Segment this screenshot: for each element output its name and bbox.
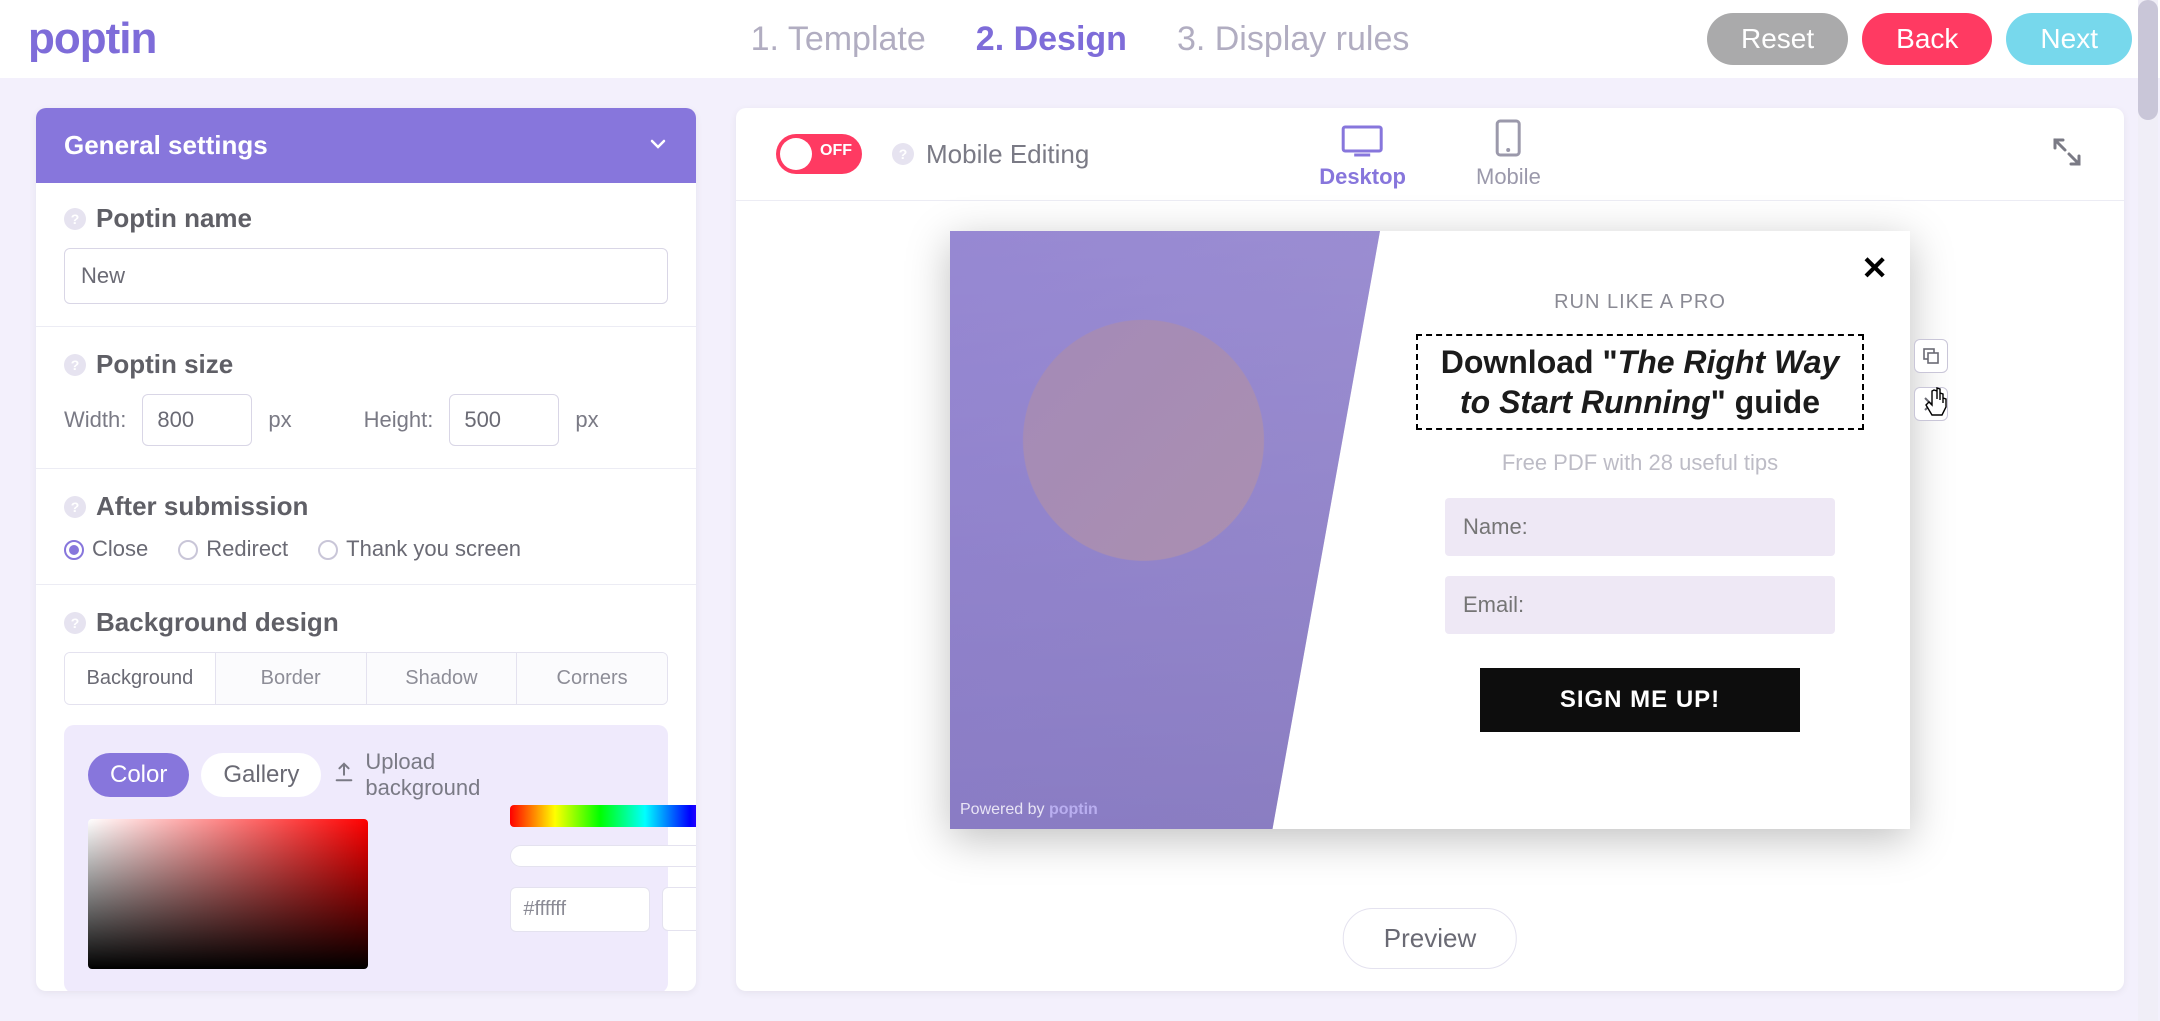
step-template[interactable]: 1. Template	[751, 20, 926, 59]
popup-headline-selected[interactable]: Download "The Right Way to Start Running…	[1416, 334, 1864, 430]
duplicate-element-button[interactable]	[1914, 339, 1948, 373]
popup-image[interactable]: Powered by poptin	[950, 231, 1380, 829]
next-button[interactable]: Next	[2006, 13, 2132, 65]
tab-background[interactable]: Background	[65, 653, 216, 704]
delete-element-button[interactable]	[1914, 387, 1948, 421]
mode-color[interactable]: Color	[88, 753, 189, 797]
preview-button[interactable]: Preview	[1343, 908, 1517, 969]
popup-subhead[interactable]: Free PDF with 28 useful tips	[1410, 450, 1870, 476]
help-icon[interactable]: ?	[64, 354, 86, 376]
tab-border[interactable]: Border	[216, 653, 367, 704]
device-desktop[interactable]: Desktop	[1319, 124, 1406, 190]
poptin-name-input[interactable]	[64, 248, 668, 304]
help-icon[interactable]: ?	[64, 208, 86, 230]
poptin-name-label: ? Poptin name	[64, 203, 668, 234]
brand-logo: poptin	[28, 14, 156, 64]
wizard-steps: 1. Template 2. Design 3. Display rules	[751, 20, 1410, 59]
popup-email-input[interactable]	[1445, 576, 1835, 634]
device-mobile[interactable]: Mobile	[1476, 118, 1541, 190]
mobile-editing-toggle[interactable]: OFF	[776, 134, 862, 174]
mode-gallery[interactable]: Gallery	[201, 753, 321, 797]
app-header: poptin 1. Template 2. Design 3. Display …	[0, 0, 2160, 78]
help-icon[interactable]: ?	[64, 612, 86, 634]
background-design-label: ? Background design	[64, 607, 668, 638]
back-button[interactable]: Back	[1862, 13, 1992, 65]
general-settings-title: General settings	[64, 130, 268, 161]
px-unit: px	[575, 407, 598, 433]
upload-background-button[interactable]: Upload background	[333, 749, 480, 801]
design-canvas: OFF ? Mobile Editing Desktop Mobile	[736, 108, 2124, 991]
after-submission-label: ? After submission	[64, 491, 668, 522]
upload-icon	[333, 761, 355, 789]
color-saturation-box[interactable]	[88, 819, 368, 969]
header-actions: Reset Back Next	[1707, 13, 2132, 65]
poptin-size-label: ? Poptin size	[64, 349, 668, 380]
height-input[interactable]	[449, 394, 559, 446]
popup-cta-button[interactable]: SIGN ME UP!	[1480, 668, 1800, 732]
expand-icon[interactable]	[2050, 135, 2084, 174]
scrollbar-track[interactable]	[2138, 0, 2158, 1021]
popup-eyebrow[interactable]: RUN LIKE A PRO	[1410, 291, 1870, 314]
popup-name-input[interactable]	[1445, 498, 1835, 556]
after-option-redirect[interactable]: Redirect	[178, 536, 288, 562]
mobile-editing-label: Mobile Editing	[926, 139, 1089, 170]
scrollbar-thumb[interactable]	[2138, 0, 2158, 120]
general-settings-header[interactable]: General settings	[36, 108, 696, 183]
close-icon[interactable]: ✕	[1861, 249, 1888, 287]
mobile-icon	[1494, 118, 1522, 158]
background-design-tabs: Background Border Shadow Corners	[64, 652, 668, 705]
after-option-thankyou[interactable]: Thank you screen	[318, 536, 521, 562]
help-icon[interactable]: ?	[64, 496, 86, 518]
color-swatch[interactable]	[662, 887, 696, 931]
step-design[interactable]: 2. Design	[976, 20, 1127, 59]
help-icon[interactable]: ?	[892, 143, 914, 165]
height-label: Height:	[364, 407, 434, 433]
px-unit: px	[268, 407, 291, 433]
settings-sidebar: General settings ? Poptin name ? Poptin …	[36, 108, 696, 991]
desktop-icon	[1341, 124, 1385, 158]
tab-corners[interactable]: Corners	[517, 653, 667, 704]
powered-by-label: Powered by poptin	[960, 801, 1098, 819]
reset-button[interactable]: Reset	[1707, 13, 1848, 65]
hue-slider[interactable]	[510, 805, 696, 827]
close-icon	[1923, 396, 1939, 412]
width-label: Width:	[64, 407, 126, 433]
step-display-rules[interactable]: 3. Display rules	[1177, 20, 1409, 59]
popup-preview[interactable]: Powered by poptin ✕ RUN LIKE A PRO Downl…	[950, 231, 1910, 829]
tab-shadow[interactable]: Shadow	[367, 653, 518, 704]
width-input[interactable]	[142, 394, 252, 446]
copy-icon	[1922, 347, 1940, 365]
hex-input[interactable]	[510, 887, 650, 932]
background-picker: Color Gallery Upload background	[64, 725, 668, 991]
after-option-close[interactable]: Close	[64, 536, 148, 562]
chevron-down-icon	[648, 130, 668, 161]
alpha-slider[interactable]	[510, 845, 696, 867]
